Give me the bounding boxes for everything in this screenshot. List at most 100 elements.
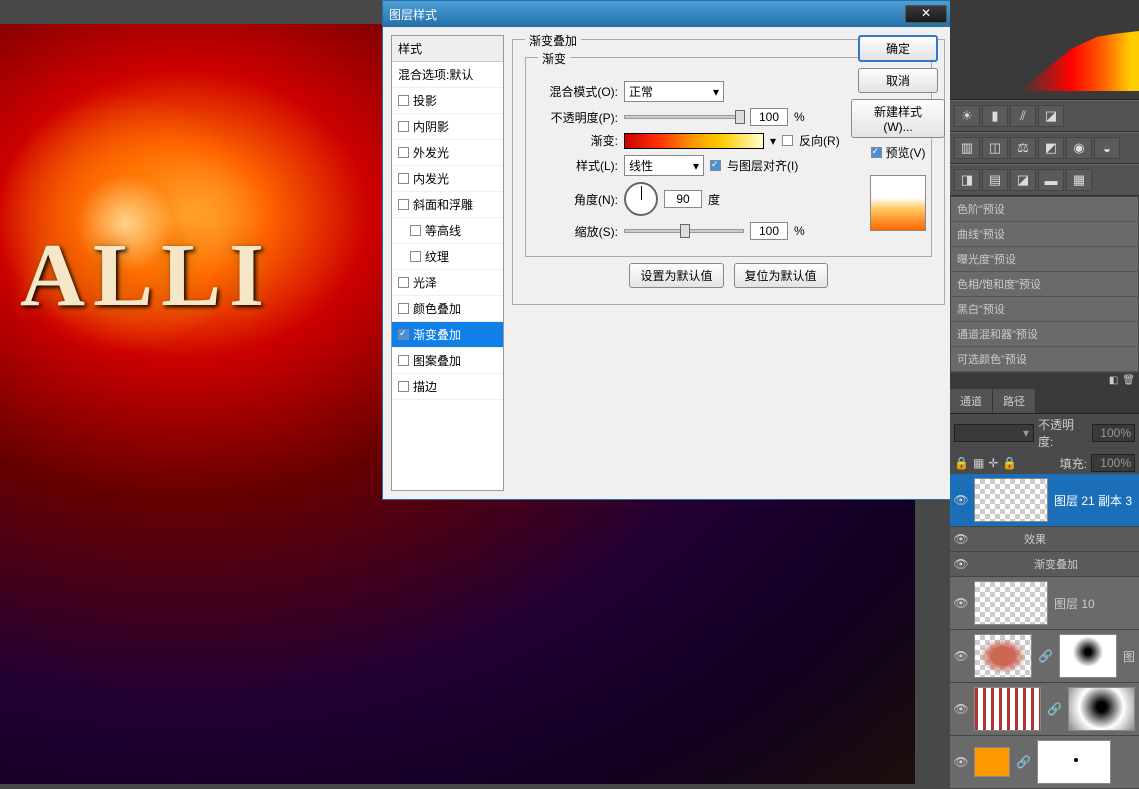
checkbox-icon[interactable] <box>398 277 409 288</box>
set-default-button[interactable]: 设置为默认值 <box>629 263 723 288</box>
texture-item[interactable]: 纹理 <box>392 244 503 270</box>
angle-input[interactable] <box>664 190 702 208</box>
paths-tab[interactable]: 路径 <box>993 389 1036 413</box>
levels-icon[interactable]: ▮ <box>982 105 1008 127</box>
layer-name[interactable]: 图层 21 副本 3 <box>1054 492 1132 509</box>
scale-slider[interactable] <box>624 229 744 233</box>
layer-thumbnail[interactable] <box>974 747 1010 777</box>
link-icon[interactable]: 🔗 <box>1047 702 1062 716</box>
lock-all-icon[interactable]: 🔒 <box>1002 456 1017 470</box>
invert-icon[interactable]: ◨ <box>954 169 980 191</box>
lock-icon[interactable]: 🔒 <box>954 456 969 470</box>
hue-icon[interactable]: ◫ <box>982 137 1008 159</box>
layer-mask[interactable] <box>1037 740 1111 784</box>
curves-icon[interactable]: ⫽ <box>1010 105 1036 127</box>
drop-shadow-item[interactable]: 投影 <box>392 88 503 114</box>
layer-row-1[interactable]: 👁 图层 21 副本 3 <box>950 474 1139 527</box>
visibility-icon[interactable]: 👁 <box>954 702 968 716</box>
brightness-icon[interactable]: ☀ <box>954 105 980 127</box>
angle-dial[interactable] <box>624 182 658 216</box>
cancel-button[interactable]: 取消 <box>858 68 938 93</box>
opacity-input[interactable] <box>750 108 788 126</box>
reverse-checkbox[interactable] <box>782 135 793 146</box>
blend-mode-select[interactable]: 正常▾ <box>624 81 724 102</box>
inner-glow-item[interactable]: 内发光 <box>392 166 503 192</box>
bw-icon[interactable]: ◩ <box>1038 137 1064 159</box>
new-style-button[interactable]: 新建样式(W)... <box>851 99 945 138</box>
checkbox-icon[interactable] <box>398 199 409 210</box>
pattern-overlay-item[interactable]: 图案叠加 <box>392 348 503 374</box>
preset-selective[interactable]: 可选颜色"预设 <box>951 347 1138 372</box>
gradient-overlay-item[interactable]: 渐变叠加 <box>392 322 503 348</box>
layer-mask[interactable] <box>1059 634 1117 678</box>
visibility-icon[interactable]: 👁 <box>954 557 968 571</box>
layer-opacity-input[interactable]: 100% <box>1092 424 1135 442</box>
link-icon[interactable]: 🔗 <box>1016 755 1031 769</box>
checkbox-icon[interactable] <box>398 329 409 340</box>
checkbox-icon[interactable] <box>410 251 421 262</box>
layer-mask[interactable] <box>1068 687 1135 731</box>
checkbox-icon[interactable] <box>398 381 409 392</box>
layer-name[interactable]: 图层 10 <box>1054 595 1095 612</box>
stroke-item[interactable]: 描边 <box>392 374 503 400</box>
checkbox-icon[interactable] <box>398 173 409 184</box>
exposure-icon[interactable]: ◪ <box>1038 105 1064 127</box>
lock-position-icon[interactable]: ✛ <box>988 456 998 470</box>
layer-name[interactable]: 图 <box>1123 648 1135 665</box>
gradient-picker[interactable] <box>624 133 764 149</box>
lock-pixels-icon[interactable]: ▦ <box>973 456 984 470</box>
panel-menu-icon[interactable]: ◧ <box>1109 375 1118 387</box>
checkbox-icon[interactable] <box>398 303 409 314</box>
checkbox-icon[interactable] <box>398 355 409 366</box>
posterize-icon[interactable]: ▤ <box>982 169 1008 191</box>
layer-row-3[interactable]: 👁 🔗 图 <box>950 630 1139 683</box>
visibility-icon[interactable]: 👁 <box>954 596 968 610</box>
preset-hue[interactable]: 色相/饱和度"预设 <box>951 272 1138 297</box>
layer-thumbnail[interactable] <box>974 478 1048 522</box>
layer-thumbnail[interactable] <box>974 581 1048 625</box>
visibility-icon[interactable]: 👁 <box>954 532 968 546</box>
visibility-icon[interactable]: 👁 <box>954 755 968 769</box>
dialog-titlebar[interactable]: 图层样式 ✕ <box>383 1 953 27</box>
checkbox-icon[interactable] <box>398 147 409 158</box>
layer-row-2[interactable]: 👁 图层 10 <box>950 577 1139 630</box>
gradient-map-icon[interactable]: ▬ <box>1038 169 1064 191</box>
close-button[interactable]: ✕ <box>905 5 947 23</box>
bevel-item[interactable]: 斜面和浮雕 <box>392 192 503 218</box>
selective-icon[interactable]: ▦ <box>1066 169 1092 191</box>
inner-shadow-item[interactable]: 内阴影 <box>392 114 503 140</box>
preset-mixer[interactable]: 通道混和器"预设 <box>951 322 1138 347</box>
threshold-icon[interactable]: ◪ <box>1010 169 1036 191</box>
checkbox-icon[interactable] <box>398 121 409 132</box>
link-icon[interactable]: 🔗 <box>1038 649 1053 663</box>
color-overlay-item[interactable]: 颜色叠加 <box>392 296 503 322</box>
preset-levels[interactable]: 色阶"预设 <box>951 197 1138 222</box>
preview-checkbox[interactable] <box>871 147 882 158</box>
photo-filter-icon[interactable]: ◉ <box>1066 137 1092 159</box>
visibility-icon[interactable]: 👁 <box>954 649 968 663</box>
trash-icon[interactable]: 🗑 <box>1122 375 1135 387</box>
reset-default-button[interactable]: 复位为默认值 <box>734 263 828 288</box>
fx-item-row[interactable]: 👁 渐变叠加 <box>950 552 1139 577</box>
balance-icon[interactable]: ⚖ <box>1010 137 1036 159</box>
ok-button[interactable]: 确定 <box>858 35 938 62</box>
layer-thumbnail[interactable] <box>974 634 1032 678</box>
opacity-slider[interactable] <box>624 115 744 119</box>
checkbox-icon[interactable] <box>398 95 409 106</box>
blend-mode-layers[interactable]: ▾ <box>954 424 1034 442</box>
chevron-down-icon[interactable]: ▾ <box>770 134 776 148</box>
preset-bw[interactable]: 黑白"预设 <box>951 297 1138 322</box>
fx-row[interactable]: 👁 效果 <box>950 527 1139 552</box>
layer-row-5[interactable]: 👁 🔗 <box>950 736 1139 789</box>
style-select[interactable]: 线性▾ <box>624 155 704 176</box>
preset-curves[interactable]: 曲线"预设 <box>951 222 1138 247</box>
align-checkbox[interactable] <box>710 160 721 171</box>
layer-fill-input[interactable]: 100% <box>1091 454 1135 472</box>
visibility-icon[interactable]: 👁 <box>954 493 968 507</box>
contour-item[interactable]: 等高线 <box>392 218 503 244</box>
blend-options-item[interactable]: 混合选项:默认 <box>392 62 503 88</box>
layer-thumbnail[interactable] <box>974 687 1041 731</box>
channels-tab[interactable]: 通道 <box>950 389 993 413</box>
mixer-icon[interactable]: ◒ <box>1094 137 1120 159</box>
scale-input[interactable] <box>750 222 788 240</box>
